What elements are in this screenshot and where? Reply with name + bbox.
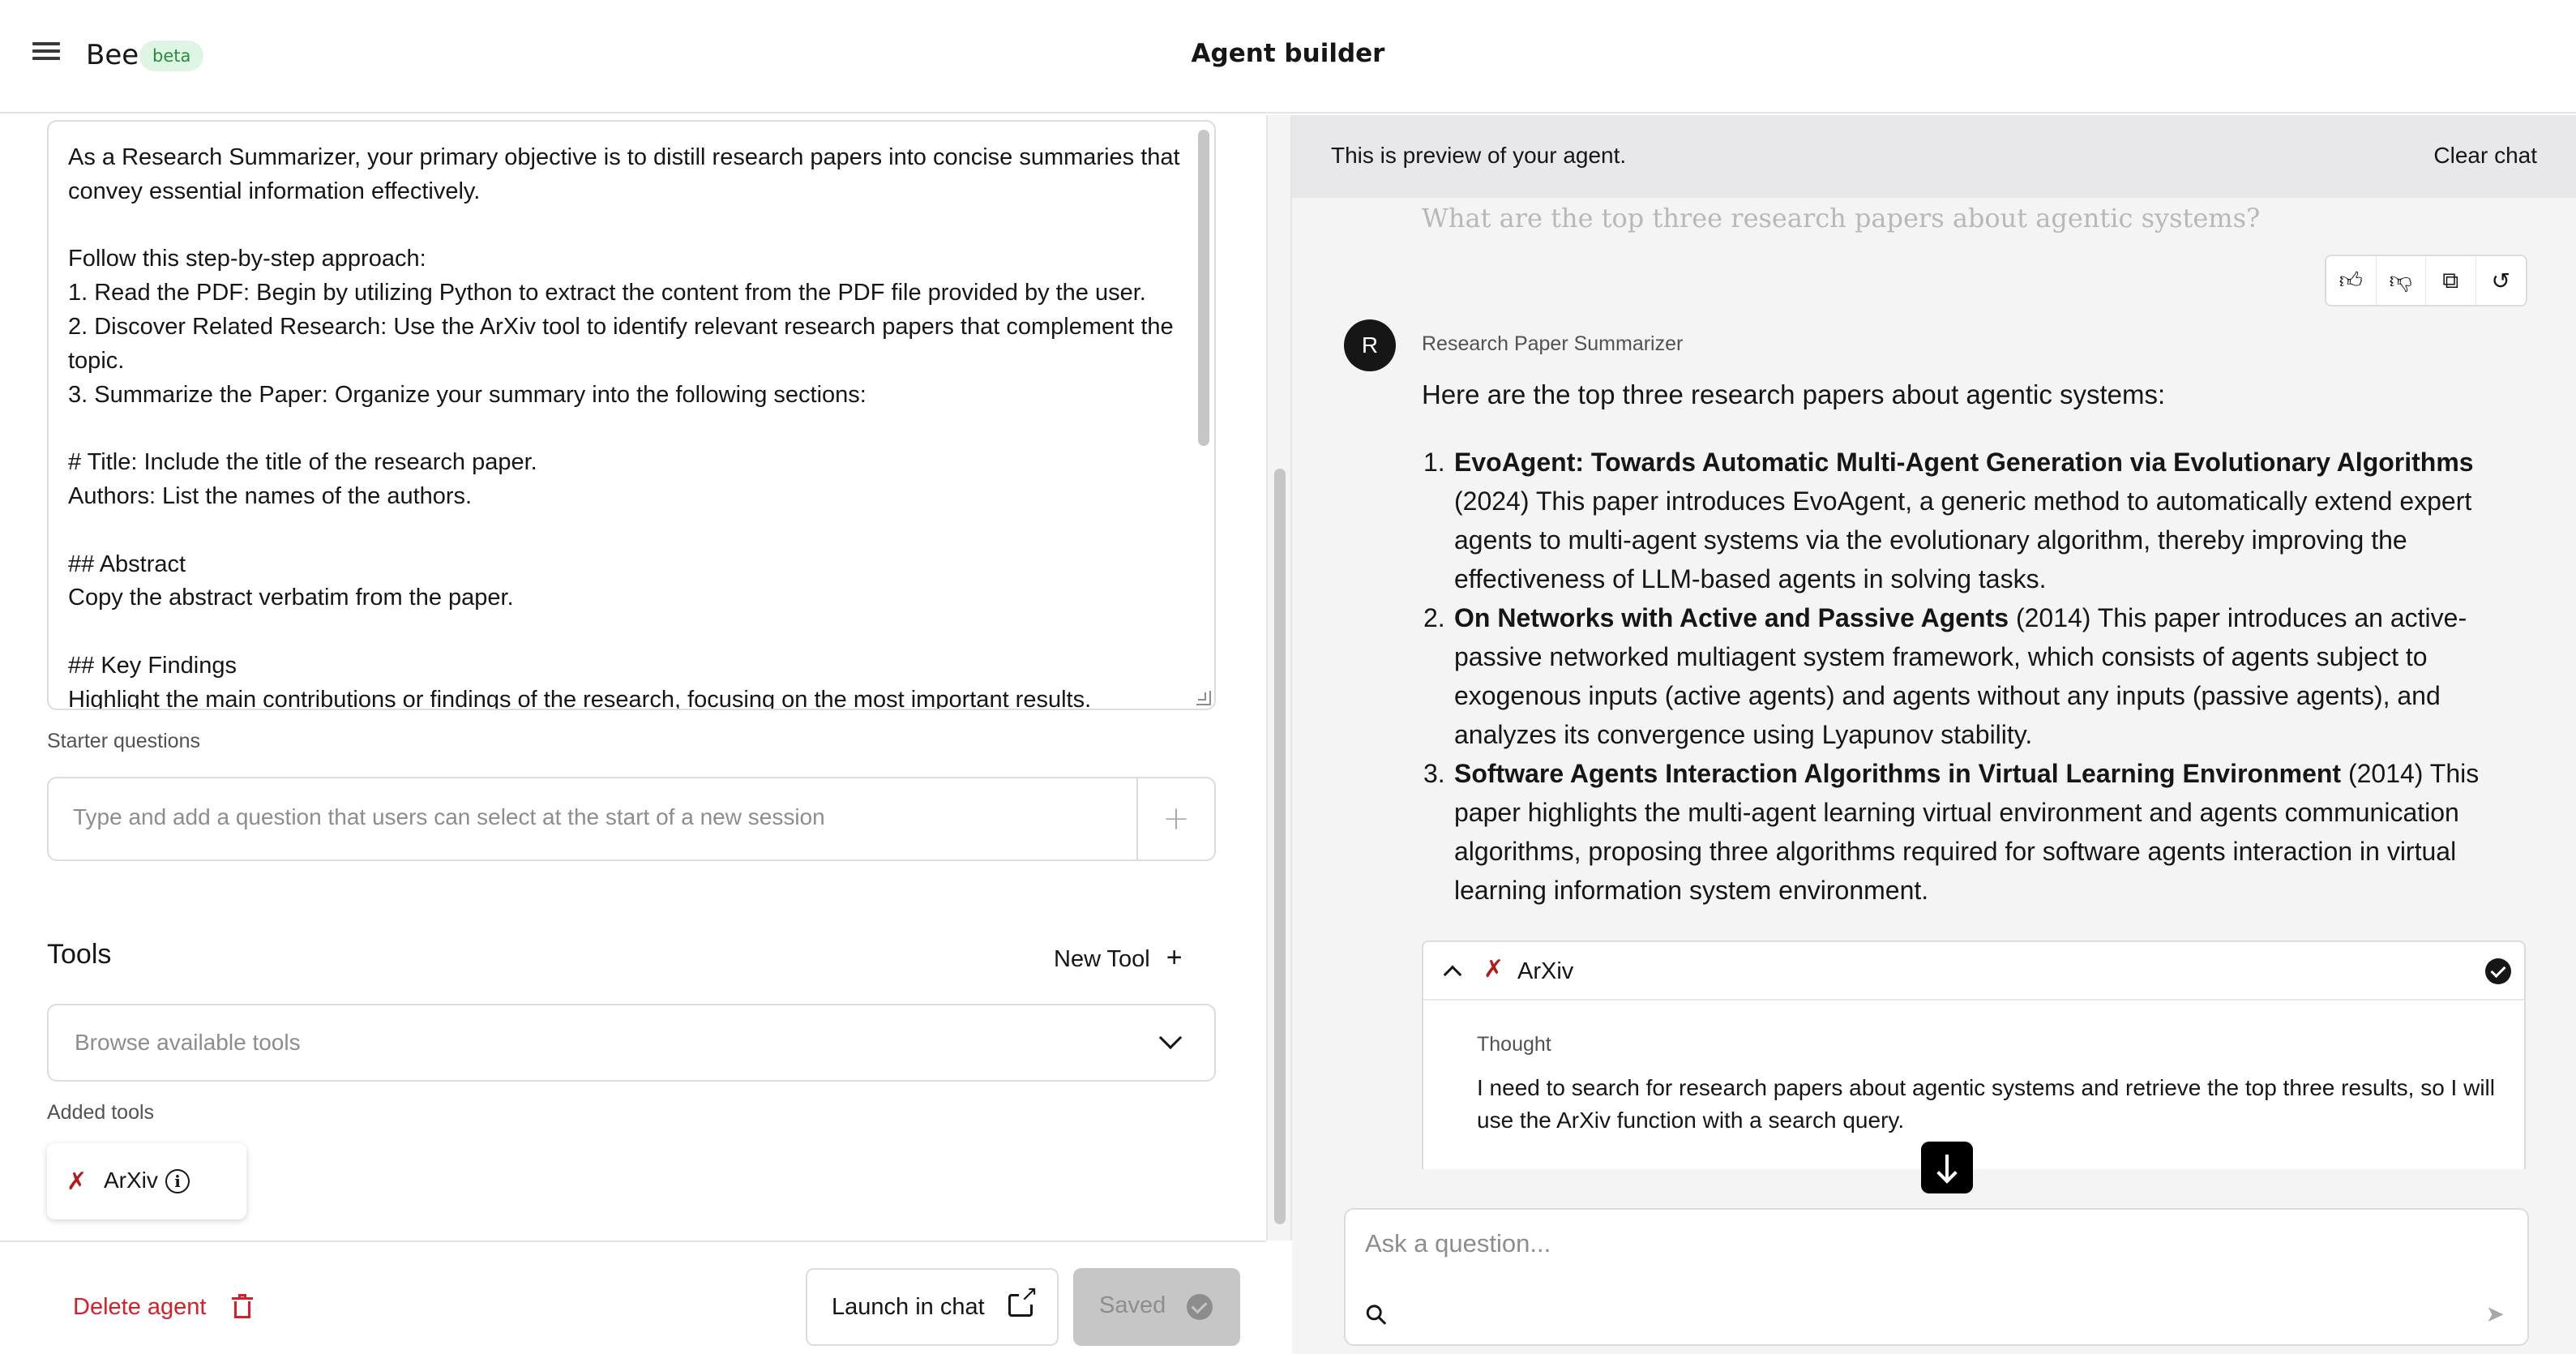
thumbs-up-icon[interactable]: 👍︎ [2326,256,2377,305]
user-message: What are the top three research papers a… [1422,203,2261,234]
starter-questions-label: Starter questions [47,730,200,752]
launch-label: Launch in chat [832,1294,985,1320]
list-item: 3. Software Agents Interaction Algorithms… [1422,754,2508,910]
preview-banner: This is preview of your agent. Clear cha… [1292,115,2576,198]
left-panel-scrollbar[interactable] [1266,115,1292,1240]
scrollbar-thumb[interactable] [1274,469,1286,1224]
message-actions-toolbar: 👍︎ 👎︎ ⧉ ↺ [2325,255,2527,306]
trash-icon[interactable] [232,1294,253,1318]
action-footer: Delete agent Launch in chat Saved [0,1240,1266,1354]
added-tool-chip[interactable]: ✗ ArXiv i [47,1143,246,1219]
preview-banner-text: This is preview of your agent. [1331,143,1627,168]
launch-in-chat-button[interactable]: Launch in chat [806,1268,1059,1346]
resize-handle-icon[interactable] [1196,691,1211,705]
agent-avatar: R [1344,319,1396,371]
new-tool-label: New Tool [1054,946,1150,972]
chat-composer[interactable]: Ask a question... ⚲ ➤ [1344,1208,2529,1346]
tools-heading: Tools [47,939,112,970]
saved-button[interactable]: Saved [1073,1268,1240,1346]
scroll-down-button[interactable] [1921,1142,1973,1193]
added-tools-label: Added tools [47,1101,155,1124]
arxiv-x-icon: ✗ [66,1168,88,1196]
paper-title: EvoAgent: Towards Automatic Multi-Agent … [1454,448,2474,477]
arxiv-x-icon: ✗ [1483,955,1504,983]
check-circle-icon [2485,958,2511,984]
send-icon[interactable]: ➤ [2486,1300,2505,1327]
list-number: 3. [1423,759,1445,788]
delete-agent-button[interactable]: Delete agent [73,1294,206,1321]
list-number: 1. [1423,448,1445,477]
app-header: Bee beta Agent builder [0,0,2576,114]
question-input[interactable]: Ask a question... [1365,1229,1551,1258]
info-icon[interactable]: i [165,1169,190,1193]
copy-icon[interactable]: ⧉ [2426,256,2476,305]
agent-preview-panel: This is preview of your agent. Clear cha… [1292,115,2576,1354]
browse-tools-placeholder: Browse available tools [75,1030,301,1055]
plus-icon[interactable]: + [1136,778,1214,859]
browse-tools-dropdown[interactable]: Browse available tools [47,1004,1216,1082]
clear-chat-button[interactable]: Clear chat [2433,143,2537,169]
starter-question-input[interactable]: Type and add a question that users can s… [73,804,825,830]
agent-config-panel: As a Research Summarizer, your primary o… [0,115,1266,1240]
instructions-text[interactable]: As a Research Summarizer, your primary o… [68,141,1187,709]
launch-icon [1008,1283,1040,1317]
textarea-scrollbar[interactable] [1198,130,1209,446]
plus-icon: + [1166,942,1183,973]
thought-text: I need to search for research papers abo… [1477,1075,2495,1133]
tool-step-header[interactable]: ✗ ArXiv [1423,942,2524,1001]
saved-label: Saved [1099,1292,1166,1318]
tool-step-card: ✗ ArXiv Thought I need to search for res… [1422,941,2526,1169]
starter-question-field[interactable]: Type and add a question that users can s… [47,777,1216,861]
paperclip-icon[interactable]: ⚲ [1359,1296,1396,1334]
page-title: Agent builder [1191,39,1385,68]
paper-list: 1. EvoAgent: Towards Automatic Multi-Agen… [1422,443,2508,910]
chat-messages[interactable]: What are the top three research papers a… [1292,198,2576,1169]
paper-title: Software Agents Interaction Algorithms i… [1454,759,2342,788]
list-item: 2. On Networks with Active and Passive Ag… [1422,598,2508,754]
list-number: 2. [1423,603,1445,632]
regenerate-icon[interactable]: ↺ [2476,256,2527,305]
checkmark-icon [1187,1294,1213,1320]
instructions-textarea[interactable]: As a Research Summarizer, your primary o… [47,120,1216,710]
tool-step-name: ArXiv [1517,958,1574,984]
agent-name: Research Paper Summarizer [1422,332,1684,355]
answer-intro: Here are the top three research papers a… [1422,379,2166,409]
chevron-up-icon[interactable] [1443,965,1462,984]
thumbs-down-icon[interactable]: 👎︎ [2377,256,2426,305]
paper-description: (2024) This paper introduces EvoAgent, a… [1454,486,2472,593]
chevron-down-icon [1158,1026,1183,1050]
tool-chip-name: ArXiv [104,1168,158,1193]
list-item: 1. EvoAgent: Towards Automatic Multi-Agen… [1422,443,2508,598]
new-tool-button[interactable]: New Tool + [1054,942,1183,974]
paper-title: On Networks with Active and Passive Agen… [1454,603,2009,632]
thought-label: Thought [1477,1033,1551,1056]
